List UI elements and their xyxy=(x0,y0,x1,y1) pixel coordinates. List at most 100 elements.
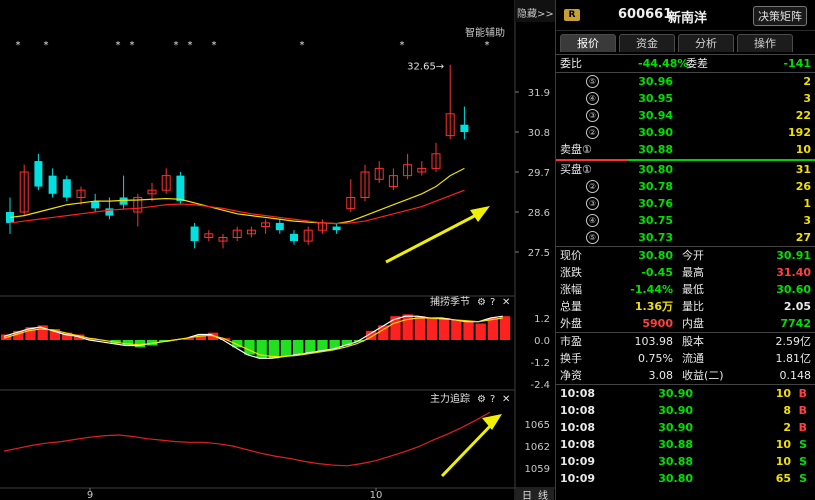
tick-row[interactable]: 10:09 30.88 10 S xyxy=(556,453,815,470)
kline-chart-area[interactable]: 隐藏>> 智能辅助 31.9 30.8 29.7 28.6 27.5 * * * * * * * * * * 32… xyxy=(0,0,555,500)
macd-bar xyxy=(244,340,255,355)
indicator1-axis-label: 0.0 xyxy=(534,336,550,347)
macd-bar xyxy=(305,340,316,353)
quote-row: 外盘 5900 内盘 7742 xyxy=(556,315,815,332)
hide-button[interactable]: 隐藏>> xyxy=(517,8,554,20)
ask-book: ⑤ 30.96 2 ④ 30.95 3 ③ 30.94 22 ② 30.90 192 卖盘① 30.88 1… xyxy=(556,73,815,158)
asks-row: ② 30.90 192 xyxy=(556,124,815,141)
period-line-button[interactable]: 线 xyxy=(538,489,548,500)
period-day-button[interactable]: 日 xyxy=(522,491,532,500)
tick-volume: 10 xyxy=(775,455,791,468)
fund-value: 1.81亿 xyxy=(775,352,812,365)
quote-value: 5900 xyxy=(642,317,673,330)
macd-bar xyxy=(426,318,438,340)
fund-value: 0.148 xyxy=(779,369,812,382)
asks-row: ③ 30.94 22 xyxy=(556,107,815,124)
tick-volume: 2 xyxy=(783,421,791,434)
close-icon: ✕ xyxy=(502,297,510,308)
star-marker: * xyxy=(212,40,217,51)
fund-value: 0.75% xyxy=(638,352,673,365)
tick-row[interactable]: 10:08 30.88 10 S xyxy=(556,436,815,453)
fund-label: 收益(二) xyxy=(682,369,724,382)
bids-price: 30.75 xyxy=(638,214,673,227)
smart-assist-label[interactable]: 智能辅助 xyxy=(465,26,505,39)
candle-body-down xyxy=(91,201,100,209)
tick-time: 10:08 xyxy=(560,387,596,400)
tab-0[interactable]: 报价 xyxy=(560,34,616,52)
macd-bar xyxy=(293,340,304,355)
main-force-line xyxy=(3,411,491,467)
weicha-label: 委差 xyxy=(686,57,708,70)
star-marker: * xyxy=(400,40,405,51)
quote-value: 1.36万 xyxy=(634,300,673,313)
bids-price: 30.76 xyxy=(638,197,673,210)
asks-price: 30.95 xyxy=(638,92,673,105)
candle-body-down xyxy=(275,222,284,231)
tick-side: B xyxy=(798,404,807,417)
bids-row: ④ 30.75 3 xyxy=(556,212,815,229)
quote-label: 今开 xyxy=(682,249,704,262)
tick-volume: 10 xyxy=(775,387,791,400)
macd-bar xyxy=(402,314,413,340)
weibi-row: 委比 -44.48% 委差 -141 xyxy=(556,55,815,72)
tab-3[interactable]: 操作 xyxy=(737,34,793,52)
fund-label: 股本 xyxy=(682,335,704,348)
bids-row: ② 30.78 26 xyxy=(556,178,815,195)
quote-label: 总量 xyxy=(560,300,582,313)
quote-value: -1.44% xyxy=(630,283,673,296)
tab-2[interactable]: 分析 xyxy=(678,34,734,52)
quote-row: 现价 30.80 今开 30.91 xyxy=(556,247,815,264)
quote-value: 30.91 xyxy=(776,249,811,262)
quote-value: 7742 xyxy=(780,317,811,330)
asks-volume: 22 xyxy=(795,109,811,122)
bids-level-label: ⑤ xyxy=(586,231,599,244)
decision-matrix-button[interactable]: 决策矩阵 xyxy=(753,6,807,26)
asks-price: 30.88 xyxy=(638,143,673,156)
bids-level-label: ③ xyxy=(586,197,599,210)
macd-bar xyxy=(487,318,499,340)
asks-row: 卖盘① 30.88 10 xyxy=(556,141,815,158)
star-marker: * xyxy=(300,40,305,51)
bids-price: 30.78 xyxy=(638,180,673,193)
asks-price: 30.96 xyxy=(638,75,673,88)
tick-row[interactable]: 10:08 30.90 10 B xyxy=(556,385,815,402)
fund-value: 103.98 xyxy=(634,335,674,348)
annotation-arrow-head xyxy=(482,414,502,430)
weicha-value: -141 xyxy=(783,57,811,70)
price-axis-label: 29.7 xyxy=(528,168,550,179)
tick-volume: 10 xyxy=(775,438,791,451)
fundamental-row: 市盈 103.98 股本 2.59亿 xyxy=(556,333,815,350)
tick-time: 10:08 xyxy=(560,438,596,451)
tick-row[interactable]: 10:09 30.80 65 S xyxy=(556,470,815,487)
tick-row[interactable]: 10:08 30.90 2 B xyxy=(556,419,815,436)
help-icon: ? xyxy=(490,297,495,308)
quote-value: 30.80 xyxy=(638,249,673,262)
tick-time: 10:08 xyxy=(560,404,596,417)
annotation-arrow-shaft xyxy=(440,420,496,478)
indicator2-title: 主力追踪 xyxy=(430,392,470,405)
tab-1[interactable]: 资金 xyxy=(619,34,675,52)
candle-body-down xyxy=(332,226,341,231)
indicator2-axis-label: 1062 xyxy=(525,442,550,453)
chart-canvas[interactable]: 隐藏>>智能辅助31.930.829.728.627.5* * * * * * * * * *32… xyxy=(0,0,555,500)
asks-volume: 10 xyxy=(795,143,811,156)
macd-bar xyxy=(414,316,426,340)
quote-value: -0.45 xyxy=(641,266,673,279)
asks-level-label: ⑤ xyxy=(586,75,599,88)
asks-level-label: ④ xyxy=(586,92,599,105)
bids-volume: 1 xyxy=(803,197,811,210)
quote-label: 最高 xyxy=(682,266,704,279)
stock-name: 新南洋 xyxy=(668,11,708,26)
bids-volume: 26 xyxy=(795,180,811,193)
tick-row[interactable]: 10:08 30.90 8 B xyxy=(556,402,815,419)
indicator2-axis-label: 1059 xyxy=(525,464,550,475)
star-marker: * xyxy=(188,40,193,51)
tick-time: 10:08 xyxy=(560,421,596,434)
help-icon: ? xyxy=(490,394,495,405)
candle-body-down xyxy=(460,124,469,132)
bids-row: 买盘① 30.80 31 xyxy=(556,161,815,178)
candle-body-down xyxy=(290,233,298,242)
bids-level-label: 买盘① xyxy=(560,163,592,176)
xaxis-label: 10 xyxy=(370,490,383,500)
tick-list[interactable]: 10:08 30.90 10 B 10:08 30.90 8 B 10:08 30.90 2 B 10:… xyxy=(556,385,815,487)
